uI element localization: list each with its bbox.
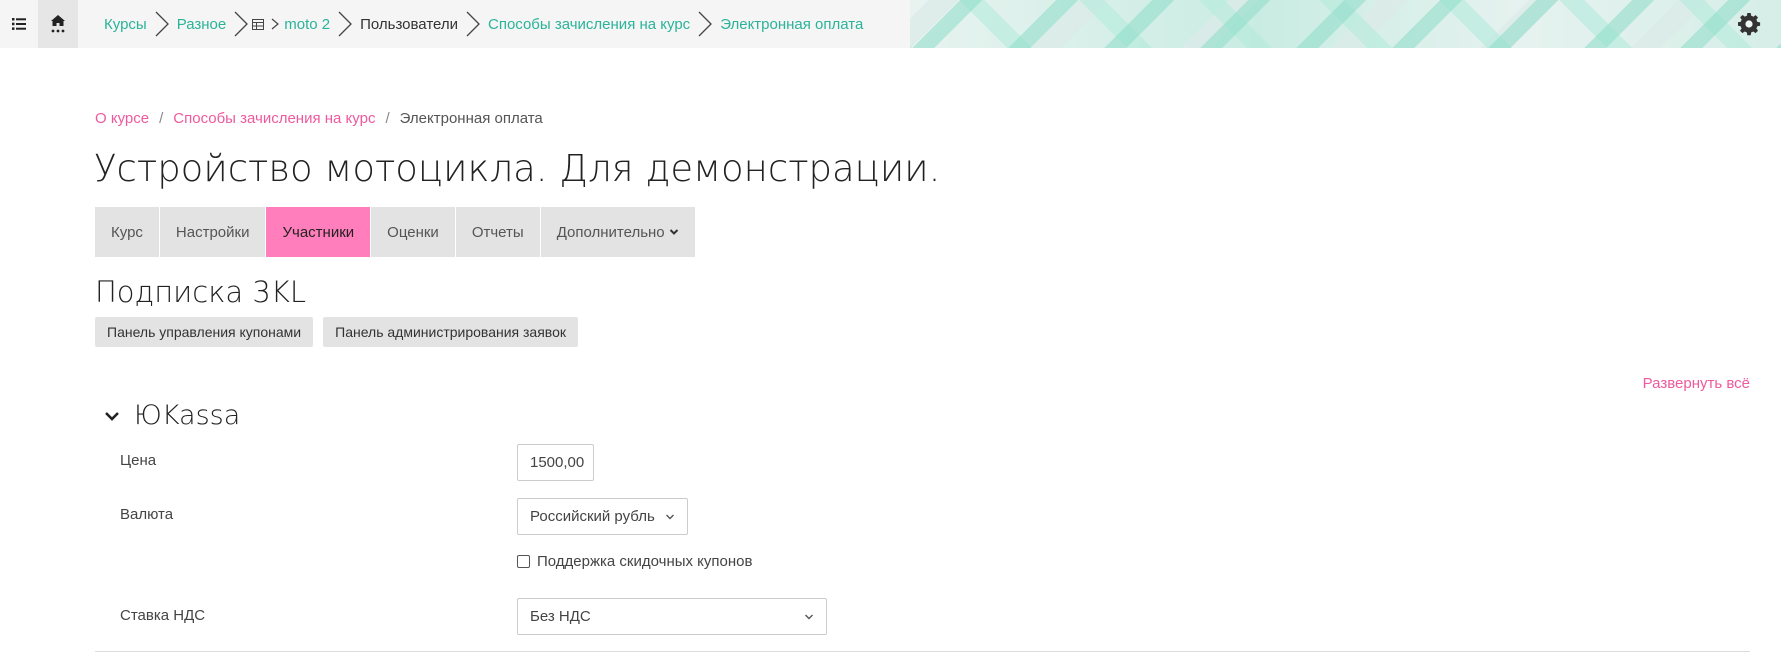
- chevron-right-icon: [230, 0, 252, 48]
- menu-toggle-button[interactable]: [0, 0, 38, 48]
- expand-all-link[interactable]: Развернуть всё: [1643, 375, 1750, 392]
- table-icon: [252, 18, 265, 30]
- coupon-management-button[interactable]: Панель управления купонами: [95, 317, 314, 347]
- chevron-right-icon: [334, 0, 356, 48]
- list-icon: [12, 18, 26, 30]
- chevron-down-icon: [669, 229, 678, 235]
- settings-button[interactable]: [1737, 12, 1761, 36]
- breadcrumb-separator: /: [159, 110, 164, 127]
- tab-participants[interactable]: Участники: [266, 207, 372, 257]
- tab-more[interactable]: Дополнительно: [540, 207, 696, 257]
- navbar-decorative-pattern: [910, 0, 1781, 48]
- breadcrumb-current: Электронная оплата: [399, 110, 543, 127]
- coupon-support-checkbox[interactable]: [517, 555, 530, 568]
- tab-settings[interactable]: Настройки: [159, 207, 267, 257]
- course-tabs: Курс Настройки Участники Оценки Отчеты Д…: [95, 207, 696, 257]
- navbar-crumb-e-payment[interactable]: Электронная оплата: [716, 0, 867, 48]
- fieldset-yookassa-header[interactable]: ЮKassa: [100, 400, 240, 431]
- breadcrumb-separator: [78, 0, 100, 48]
- tab-course[interactable]: Курс: [95, 207, 160, 257]
- chevron-down-icon: [100, 404, 124, 428]
- breadcrumb-enrol-methods[interactable]: Способы зачисления на курс: [173, 110, 375, 127]
- chevron-down-icon: [666, 514, 674, 519]
- navbar-breadcrumb: Курсы Разное moto 2 Пользователи Способы…: [78, 0, 867, 48]
- chevron-right-small-icon: [271, 18, 280, 30]
- navbar-crumb-courses[interactable]: Курсы: [100, 0, 151, 48]
- home-icon: [51, 15, 65, 33]
- section-title: Подписка 3KL: [95, 275, 307, 309]
- vat-rate-select[interactable]: Без НДС: [517, 598, 827, 635]
- chevron-right-icon: [462, 0, 484, 48]
- breadcrumb-separator: /: [385, 110, 390, 127]
- tab-grades[interactable]: Оценки: [371, 207, 456, 257]
- action-buttons: Панель управления купонами Панель админи…: [95, 317, 578, 347]
- fieldset-divider: [95, 651, 1750, 652]
- request-admin-button[interactable]: Панель администрирования заявок: [323, 317, 578, 347]
- chevron-right-icon: [151, 0, 173, 48]
- navbar-crumb-enrol-methods[interactable]: Способы зачисления на курс: [484, 0, 694, 48]
- navbar-crumb-course[interactable]: moto 2: [252, 0, 334, 48]
- coupon-support-label: Поддержка скидочных купонов: [537, 553, 753, 570]
- tab-reports[interactable]: Отчеты: [455, 207, 541, 257]
- chevron-down-icon: [805, 614, 813, 619]
- vat-rate-label: Ставка НДС: [120, 607, 206, 624]
- chevron-right-icon: [694, 0, 716, 48]
- page-title: Устройство мотоцикла. Для демонстрации.: [94, 147, 941, 190]
- currency-label: Валюта: [120, 506, 174, 523]
- home-button[interactable]: [38, 0, 78, 48]
- page-breadcrumb: О курсе / Способы зачисления на курс / Э…: [95, 110, 543, 127]
- fieldset-legend: ЮKassa: [134, 400, 241, 431]
- currency-select[interactable]: Российский рубль: [517, 498, 688, 535]
- price-label: Цена: [120, 452, 157, 469]
- gear-icon: [1738, 13, 1761, 36]
- navbar-crumb-misc[interactable]: Разное: [173, 0, 231, 48]
- breadcrumb-about-course[interactable]: О курсе: [95, 110, 149, 127]
- price-input[interactable]: 1500,00: [517, 444, 594, 481]
- navbar-crumb-users[interactable]: Пользователи: [356, 0, 462, 48]
- coupon-support-checkbox-row[interactable]: Поддержка скидочных купонов: [517, 553, 752, 570]
- top-navbar: Курсы Разное moto 2 Пользователи Способы…: [0, 0, 1781, 48]
